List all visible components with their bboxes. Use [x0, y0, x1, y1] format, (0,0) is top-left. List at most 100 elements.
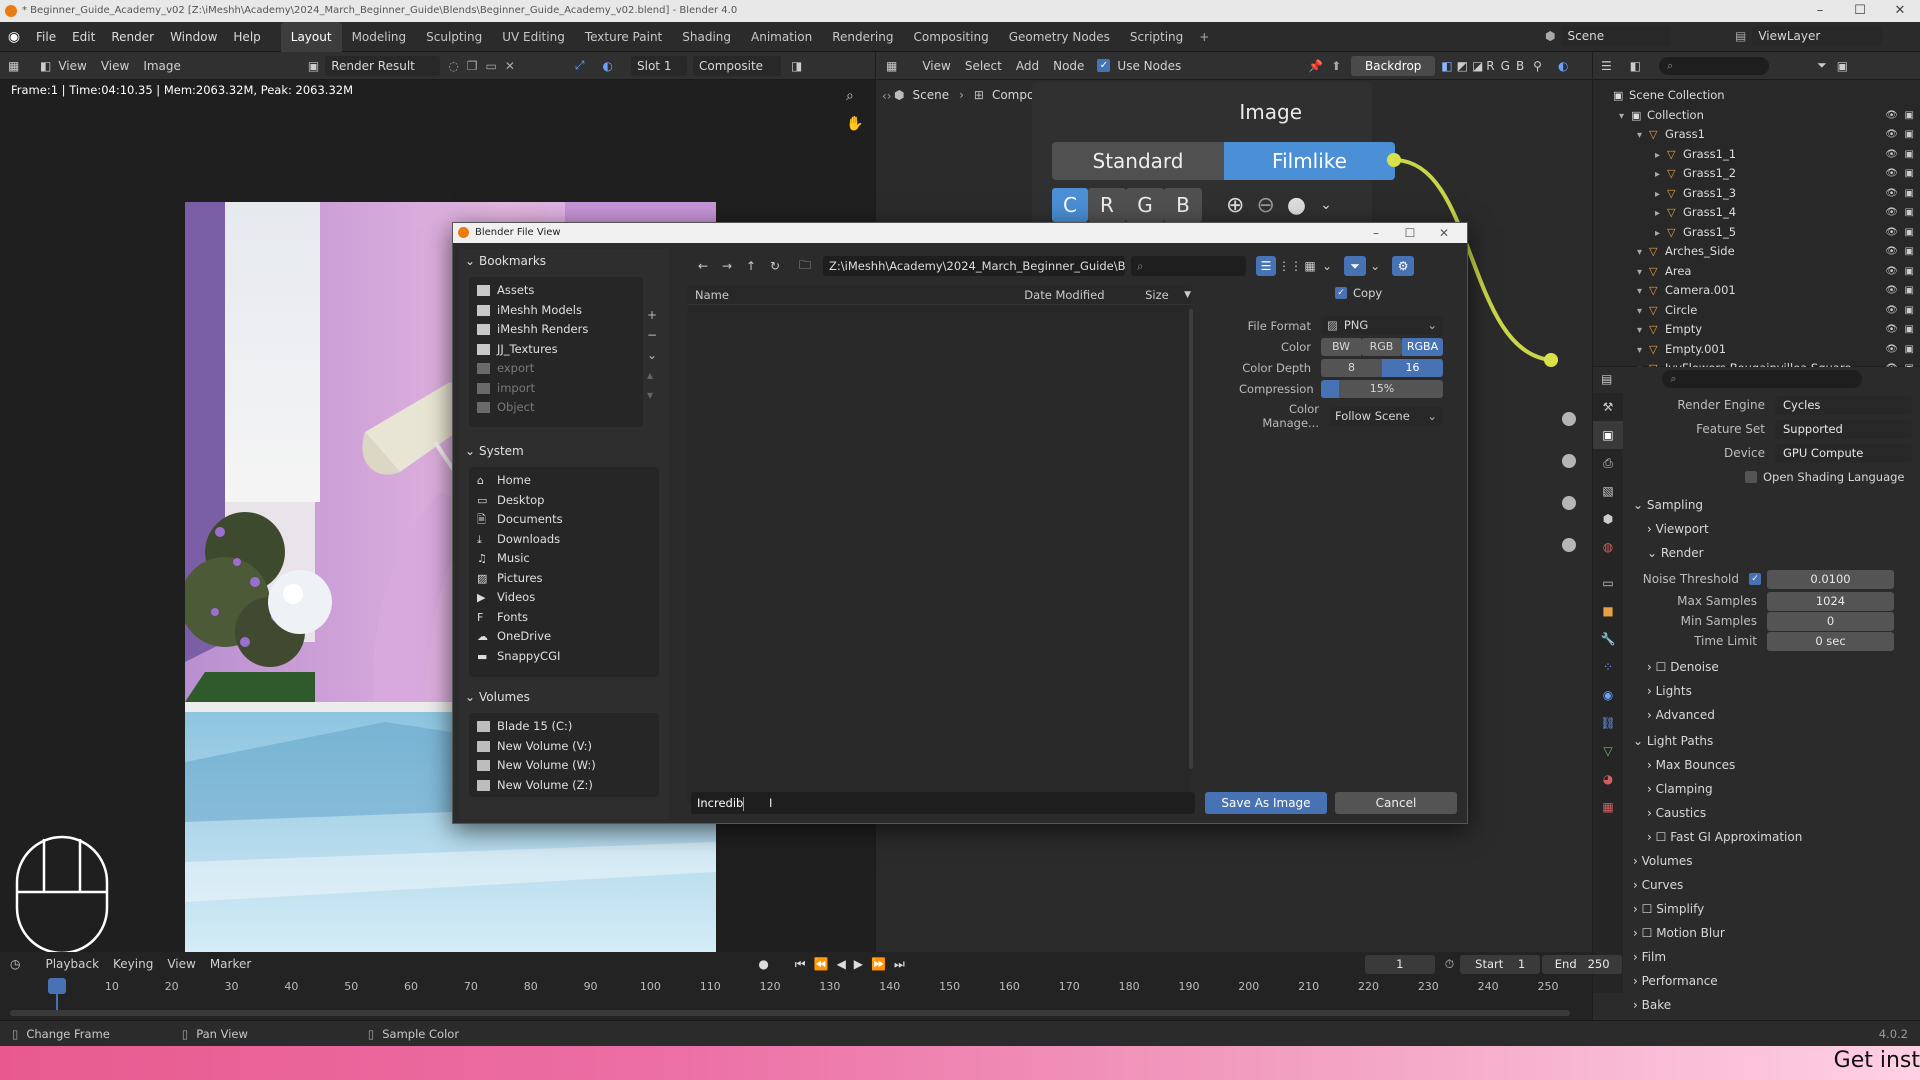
- render-subpanel[interactable]: ⌄ Render: [1625, 541, 1920, 565]
- save-as-image-button[interactable]: Save As Image: [1205, 792, 1327, 814]
- node-menu-add[interactable]: Add: [1009, 55, 1046, 77]
- new-collection-icon[interactable]: ▣: [1837, 59, 1848, 73]
- gizmo-icon[interactable]: ⤢: [575, 58, 585, 73]
- socket-4[interactable]: [1562, 538, 1576, 552]
- particles-tab-icon[interactable]: ⁘: [1593, 653, 1623, 681]
- world-tab-icon[interactable]: ◍: [1593, 533, 1623, 561]
- outliner-row[interactable]: ▾ ▽ Arches_Side 👁 ▣: [1593, 242, 1920, 262]
- fake-user-icon[interactable]: ◌: [448, 59, 458, 73]
- menu-file[interactable]: File: [28, 22, 64, 52]
- motion-blur-panel-header[interactable]: › ☐ Motion Blur: [1625, 921, 1920, 945]
- expand-arrow-icon[interactable]: ▾: [1619, 107, 1631, 127]
- outliner-row[interactable]: ▸ ▽ Grass1_1 👁 ▣: [1593, 145, 1920, 165]
- visibility-eye-icon[interactable]: 👁: [1885, 125, 1898, 145]
- volume-item[interactable]: Blade 15 (C:): [469, 717, 659, 737]
- outliner-row[interactable]: ▸ ▽ Grass1_5 👁 ▣: [1593, 223, 1920, 243]
- next-keyframe-icon[interactable]: ⏩: [871, 957, 886, 971]
- file-browser-dialog[interactable]: Blender File View – ☐ ✕ ⌄ Bookmarks Asset…: [452, 222, 1468, 824]
- depth-16-button[interactable]: 16: [1382, 358, 1443, 377]
- overlay-icon[interactable]: ◐: [603, 59, 613, 73]
- view-mode-icon[interactable]: ◧: [40, 59, 51, 73]
- visibility-eye-icon[interactable]: 👁: [1885, 340, 1898, 360]
- tab-sculpting[interactable]: Sculpting: [416, 22, 492, 52]
- constraints-tab-icon[interactable]: ⛓: [1593, 709, 1623, 737]
- node-menu-node[interactable]: Node: [1046, 55, 1091, 77]
- render-camera-icon[interactable]: ▣: [1905, 223, 1914, 243]
- bookmarks-header[interactable]: ⌄ Bookmarks: [459, 249, 669, 273]
- name-column-header[interactable]: Name: [687, 288, 1024, 302]
- feature-set-dropdown[interactable]: Supported: [1775, 419, 1912, 439]
- render-camera-icon[interactable]: ▣: [1905, 262, 1914, 282]
- socket-3[interactable]: [1562, 496, 1576, 510]
- menu-render[interactable]: Render: [103, 22, 162, 52]
- render-camera-icon[interactable]: ▣: [1905, 125, 1914, 145]
- tab-shading[interactable]: Shading: [672, 22, 741, 52]
- caustics-subpanel[interactable]: › Caustics: [1625, 801, 1920, 825]
- bake-panel-header[interactable]: › Bake: [1625, 993, 1920, 1017]
- current-frame-field[interactable]: 1: [1364, 954, 1435, 974]
- visibility-eye-icon[interactable]: 👁: [1885, 223, 1898, 243]
- new-image-icon[interactable]: ❐: [467, 59, 478, 73]
- unlink-image-icon[interactable]: ✕: [505, 59, 515, 73]
- expand-arrow-icon[interactable]: ▾: [1637, 263, 1649, 283]
- timeline-menu-marker[interactable]: Marker: [203, 953, 258, 975]
- bookmark-item[interactable]: iMeshh Renders: [469, 320, 643, 340]
- file-search-field[interactable]: ⌕: [1131, 256, 1246, 276]
- system-header[interactable]: ⌄ System: [459, 439, 669, 463]
- backdrop-alpha-icon[interactable]: ◩: [1457, 59, 1468, 73]
- modifier-tab-icon[interactable]: 🔧: [1593, 625, 1623, 653]
- texture-tab-icon[interactable]: ▦: [1593, 793, 1623, 821]
- advanced-subpanel[interactable]: › Advanced: [1625, 703, 1920, 727]
- light-paths-panel-header[interactable]: ⌄ Light Paths: [1625, 729, 1920, 753]
- backdrop-channel-g[interactable]: G: [1498, 55, 1513, 77]
- outliner-row[interactable]: ▸ ▽ Grass1_2 👁 ▣: [1593, 164, 1920, 184]
- list-vertical-icon[interactable]: ☰: [1256, 256, 1276, 276]
- filter-icon[interactable]: ⏷: [1817, 58, 1827, 73]
- volume-item[interactable]: New Volume (Z:): [469, 776, 659, 796]
- max-bounces-subpanel[interactable]: › Max Bounces: [1625, 753, 1920, 777]
- backdrop-channel-r[interactable]: R: [1483, 55, 1497, 77]
- play-reverse-icon[interactable]: ◀: [837, 957, 846, 971]
- visibility-eye-icon[interactable]: 👁: [1885, 164, 1898, 184]
- color-manage-dropdown[interactable]: Follow Scene ⌄: [1329, 406, 1443, 426]
- copy-checkbox[interactable]: ✓: [1335, 287, 1347, 299]
- file-list-scrollbar[interactable]: [1189, 309, 1193, 769]
- parent-icon[interactable]: ⬆: [1331, 59, 1341, 73]
- render-camera-icon[interactable]: ▣: [1905, 301, 1914, 321]
- render-camera-icon[interactable]: ▣: [1905, 184, 1914, 204]
- playhead-marker[interactable]: [48, 978, 66, 994]
- noise-threshold-field[interactable]: 0.0100: [1767, 569, 1894, 589]
- visibility-eye-icon[interactable]: 👁: [1885, 184, 1898, 204]
- render-camera-icon[interactable]: ▣: [1905, 164, 1914, 184]
- add-bookmark-icon[interactable]: +: [647, 305, 657, 325]
- minimize-icon[interactable]: –: [1800, 0, 1840, 22]
- visibility-eye-icon[interactable]: 👁: [1885, 301, 1898, 321]
- expand-arrow-icon[interactable]: ▾: [1637, 126, 1649, 146]
- remove-bookmark-icon[interactable]: −: [647, 325, 657, 345]
- socket-1[interactable]: [1562, 412, 1576, 426]
- zoom-out-node-icon[interactable]: ⊖: [1256, 193, 1274, 218]
- curves-panel-header[interactable]: › Curves: [1625, 873, 1920, 897]
- settings-gear-icon[interactable]: ⚙: [1392, 256, 1415, 276]
- backdrop-toggle[interactable]: Backdrop: [1351, 55, 1436, 76]
- maximize-icon[interactable]: ☐: [1840, 0, 1880, 22]
- system-item[interactable]: ☁ OneDrive: [469, 627, 659, 647]
- date-column-header[interactable]: Date Modified: [1024, 288, 1145, 302]
- scene-tab-icon[interactable]: ⬢: [1593, 505, 1623, 533]
- image-menu[interactable]: Image: [136, 55, 188, 77]
- tab-animation[interactable]: Animation: [741, 22, 822, 52]
- expand-arrow-icon[interactable]: ▸: [1655, 185, 1667, 205]
- open-image-icon[interactable]: ▭: [486, 59, 497, 73]
- play-icon[interactable]: ▶: [854, 957, 863, 971]
- parent-dir-icon[interactable]: ↑: [739, 259, 763, 273]
- snap-icon[interactable]: ⚲: [1533, 59, 1542, 73]
- channel-b-button[interactable]: B: [1164, 188, 1202, 222]
- bookmark-item[interactable]: JJ_Textures: [469, 340, 643, 360]
- scene-selector[interactable]: ⬢ Scene: [1545, 26, 1672, 46]
- channel-c-button[interactable]: C: [1052, 188, 1088, 222]
- render-camera-icon[interactable]: ▣: [1905, 106, 1914, 126]
- image-browse-icon[interactable]: ▣: [308, 59, 319, 73]
- tab-layout[interactable]: Layout: [280, 21, 342, 52]
- move-down-icon[interactable]: ▾: [647, 385, 657, 405]
- prev-keyframe-icon[interactable]: ⏪: [814, 957, 829, 971]
